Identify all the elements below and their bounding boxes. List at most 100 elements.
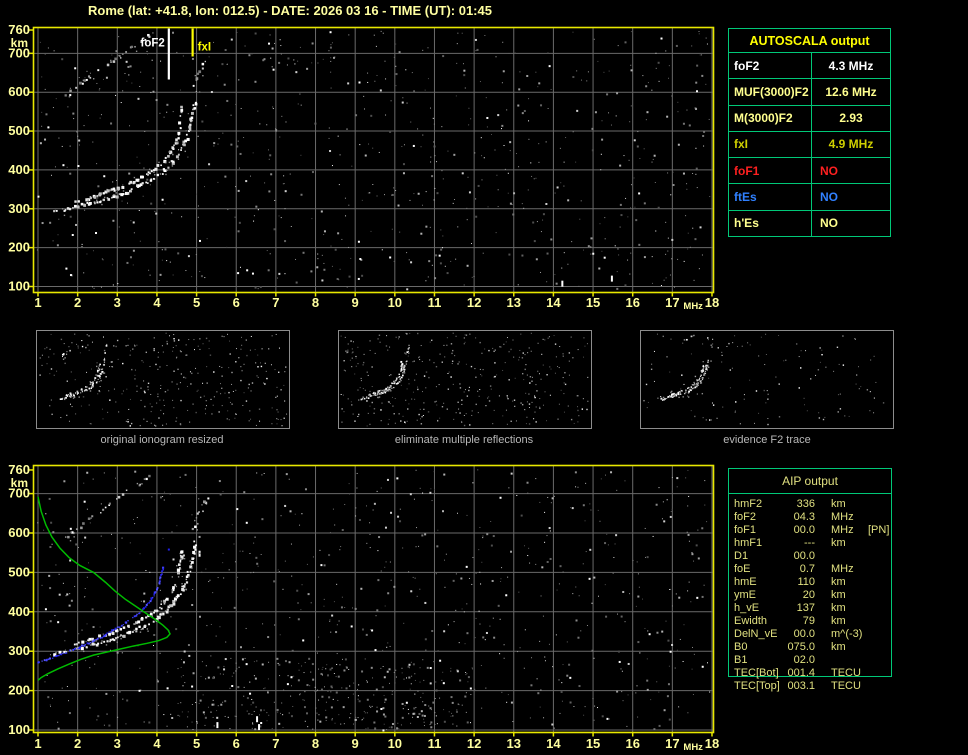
x-tick-label: 2 <box>74 736 81 751</box>
aip-row-foF1: foF1 00.0 MHz [PN] <box>734 524 891 537</box>
aip-value: 336 <box>796 498 815 510</box>
aip-value: 02.0 <box>793 654 815 666</box>
x-tick-label: 8 <box>312 295 319 310</box>
marker-label-fxI: fxI <box>198 42 211 54</box>
aip-unit: km <box>831 498 846 510</box>
row-value: 4.9 MHz <box>828 137 874 152</box>
aip-label: hmF1 <box>734 537 763 549</box>
aip-value: 001.4 <box>787 667 815 679</box>
aip-unit: km <box>831 589 846 601</box>
trace <box>37 496 171 681</box>
aip-row-foF2: foF2 04.3 MHz <box>734 511 891 524</box>
y-tick-label: 600 <box>8 84 30 99</box>
aip-extra: [PN] <box>868 524 890 536</box>
row-value: NO <box>820 216 838 231</box>
x-tick-label: 8 <box>312 736 319 751</box>
aip-row-D1: D1 00.0 <box>734 550 891 563</box>
x-tick-label: 10 <box>388 736 402 751</box>
table-row-fxI: fxI 4.9 MHz <box>729 131 890 159</box>
thumbnail-plot-2 <box>640 330 894 429</box>
aip-label: DelN_vE <box>734 628 778 640</box>
aip-label: foF2 <box>734 511 757 523</box>
x-tick-label: 17 <box>665 295 679 310</box>
table-row-MUF3000F2: MUF(3000)F2 12.6 MHz <box>729 79 890 106</box>
y-tick-label: 760 <box>8 22 30 37</box>
aip-row-hmE: hmE 110 km <box>734 576 891 589</box>
aip-extra <box>868 550 891 563</box>
aip-extra <box>868 667 891 680</box>
x-tick-label: 11 <box>428 736 442 751</box>
aip-value: 137 <box>796 602 815 614</box>
thumbnail-plot-1 <box>338 330 592 429</box>
marker-foF2: foF2 <box>141 28 170 80</box>
aip-label: D1 <box>734 550 749 562</box>
aip-row-foE: foE 0.7 MHz <box>734 563 891 576</box>
aip-extra <box>868 511 891 524</box>
table-row-ftEs: ftEs NO <box>729 184 890 211</box>
x-tick-label: 10 <box>388 295 402 310</box>
grid-lines <box>33 465 714 733</box>
y-axis-unit-label: km <box>11 476 28 490</box>
thumbnail-caption-original: original ionogram resized <box>100 434 224 446</box>
y-tick-label: 500 <box>8 123 30 138</box>
thumbnail-caption-eliminate: eliminate multiple reflections <box>394 434 534 446</box>
x-tick-label: 6 <box>233 736 240 751</box>
x-tick-label: 18 <box>705 736 719 751</box>
x-tick-label: 3 <box>114 295 121 310</box>
thumbnail-plot-0 <box>36 330 290 429</box>
trace <box>53 540 201 657</box>
trace <box>37 548 170 664</box>
x-tick-label: 18 <box>705 295 719 310</box>
noise-dots <box>37 469 711 731</box>
aip-row-B1: B1 02.0 <box>734 654 891 667</box>
row-label: ftEs <box>729 184 812 210</box>
x-axis-unit-label: MHz <box>683 301 703 312</box>
aip-label: hmF2 <box>734 498 763 510</box>
y-tick-label: 600 <box>8 525 30 540</box>
x-tick-label: 3 <box>114 736 121 751</box>
x-tick-label: 16 <box>625 295 639 310</box>
aip-value: --- <box>804 537 815 549</box>
row-value: 12.6 MHz <box>825 84 877 99</box>
row-value: 4.3 MHz <box>828 58 874 73</box>
aip-extra <box>868 498 891 511</box>
x-tick-label: 1 <box>34 295 41 310</box>
aip-row-hmF2: hmF2 336 km <box>734 498 891 511</box>
row-label: foF2 <box>729 53 812 79</box>
thumbnail-caption-evidence: evidence F2 trace <box>723 434 811 446</box>
trace <box>74 105 184 207</box>
x-tick-label: 9 <box>352 736 359 751</box>
axis-ticks-labels: 100200300400500600700760km1 2 3 4 5 6 7 8 9 10 11 1… <box>8 462 719 753</box>
row-label: fxI <box>729 131 812 158</box>
x-tick-label: 16 <box>625 736 639 751</box>
aip-value: 075.0 <box>787 641 815 653</box>
aip-label: foF1 <box>734 524 757 536</box>
x-tick-label: 9 <box>352 295 359 310</box>
marker-label-foF2: foF2 <box>141 38 165 50</box>
aip-row-TECBot: TEC[Bot] 001.4 TECU <box>734 667 891 680</box>
y-tick-label: 300 <box>8 643 30 658</box>
aip-extra <box>868 602 891 615</box>
table-row-foF1: foF1 NO <box>729 158 890 185</box>
aip-row-h_vE: h_vE 137 km <box>734 602 891 615</box>
scaled-ionogram: foF2 fxI100200300400500600700760km1 2 3 4 5 6 7… <box>8 22 719 312</box>
aip-unit: km <box>831 641 846 653</box>
x-tick-label: 15 <box>586 295 600 310</box>
aip-unit: TECU <box>831 680 861 692</box>
aip-extra <box>868 654 891 667</box>
aip-value: 20 <box>802 589 815 601</box>
y-axis-unit-label: km <box>11 36 28 50</box>
x-axis-unit-label: MHz <box>683 742 703 753</box>
row-label: M(3000)F2 <box>729 105 812 131</box>
aip-extra <box>868 628 891 641</box>
x-tick-label: 7 <box>272 736 279 751</box>
row-value: 2.93 <box>839 111 863 126</box>
aip-extra <box>868 537 891 550</box>
x-tick-label: 5 <box>193 736 200 751</box>
aip-row-B0: B0 075.0 km <box>734 641 891 654</box>
aip-label: B0 <box>734 641 748 653</box>
marker-fxI: fxI <box>191 28 211 57</box>
aip-extra <box>868 563 891 576</box>
aip-row-Ewidth: Ewidth 79 km <box>734 615 891 628</box>
y-tick-label: 200 <box>8 240 30 255</box>
